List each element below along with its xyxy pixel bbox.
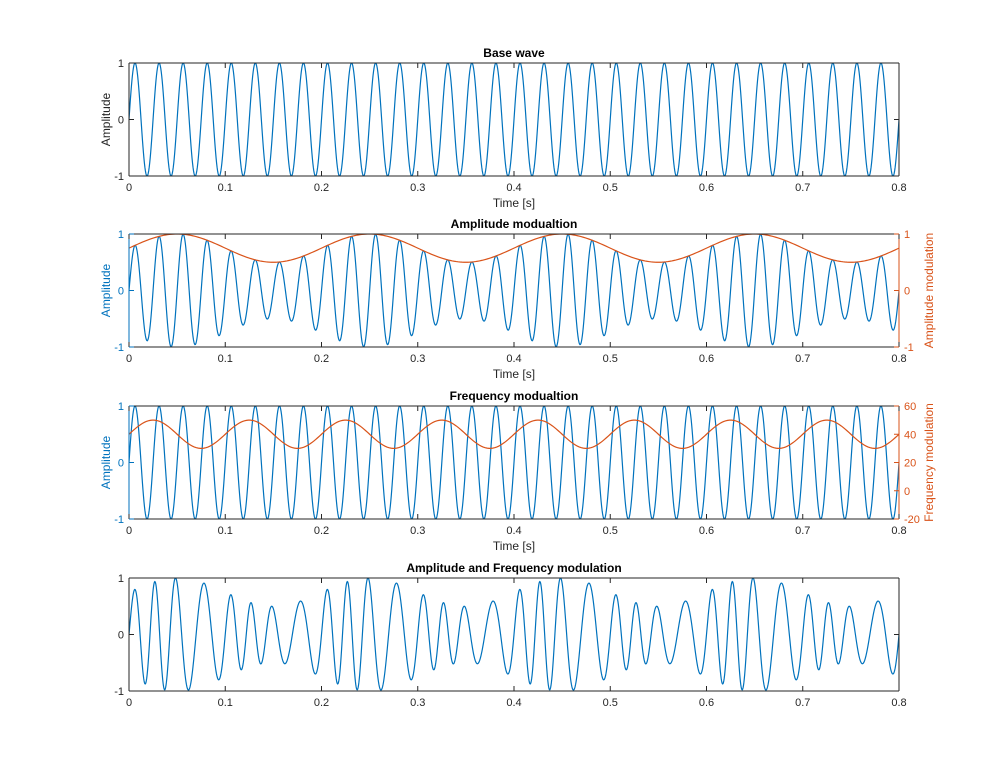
y-tick-label: -1 bbox=[114, 686, 124, 698]
y-tick-label: 1 bbox=[118, 401, 124, 413]
x-tick-label: 0.8 bbox=[891, 525, 906, 537]
x-tick-label: 0.2 bbox=[314, 353, 329, 365]
x-tick-label: 0.4 bbox=[506, 525, 521, 537]
chart-title: Amplitude and Frequency modulation bbox=[406, 561, 621, 575]
subplot-4: 0 0.1 0.2 0.3 0.4 0.5 0.6 0.7 0.8-101Amplitude a… bbox=[114, 561, 906, 709]
y-tick-label-right: -1 bbox=[904, 342, 914, 354]
x-tick-label: 0.5 bbox=[603, 525, 618, 537]
x-tick-label: 0.6 bbox=[699, 525, 714, 537]
x-tick-label: 0.7 bbox=[795, 525, 810, 537]
x-tick-label: 0.5 bbox=[603, 697, 618, 709]
chart-title: Frequency modualtion bbox=[450, 389, 579, 403]
x-tick-label: 0.4 bbox=[506, 353, 521, 365]
y-tick-label: -1 bbox=[114, 342, 124, 354]
x-tick-label: 0 bbox=[126, 182, 132, 194]
x-axis-label: Time [s] bbox=[493, 367, 535, 381]
y-tick-label: -1 bbox=[114, 171, 124, 183]
y-tick-label-right: 20 bbox=[904, 458, 916, 470]
x-tick-label: 0.6 bbox=[699, 353, 714, 365]
x-tick-label: 0.3 bbox=[410, 182, 425, 194]
x-tick-label: 0.8 bbox=[891, 182, 906, 194]
x-tick-label: 0 bbox=[126, 697, 132, 709]
x-tick-label: 0.1 bbox=[218, 353, 233, 365]
y-tick-label-right: 0 bbox=[904, 286, 910, 298]
y-axis-label: Amplitude bbox=[99, 93, 113, 147]
x-tick-label: 0.8 bbox=[891, 697, 906, 709]
x-tick-label: 0.1 bbox=[218, 525, 233, 537]
subplot-1: 0 0.1 0.2 0.3 0.4 0.5 0.6 0.7 0.8-101Base waveTi… bbox=[99, 46, 907, 210]
x-axis-label: Time [s] bbox=[493, 196, 535, 210]
x-tick-label: 0.4 bbox=[506, 697, 521, 709]
y-tick-label-right: 1 bbox=[904, 229, 910, 241]
y-tick-label: 1 bbox=[118, 573, 124, 585]
y-tick-label: 0 bbox=[118, 286, 124, 298]
y-axis-label: Amplitude bbox=[99, 436, 113, 490]
y-tick-label-right: 0 bbox=[904, 486, 910, 498]
y-tick-label: 0 bbox=[118, 115, 124, 127]
x-tick-label: 0.1 bbox=[218, 697, 233, 709]
y-tick-label: 1 bbox=[118, 58, 124, 70]
x-tick-label: 0.6 bbox=[699, 182, 714, 194]
x-tick-label: 0.3 bbox=[410, 353, 425, 365]
y-tick-label: 1 bbox=[118, 229, 124, 241]
x-tick-label: 0.1 bbox=[218, 182, 233, 194]
x-tick-label: 0.5 bbox=[603, 353, 618, 365]
y-tick-label-right: 60 bbox=[904, 401, 916, 413]
x-tick-label: 0.2 bbox=[314, 525, 329, 537]
x-tick-label: 0.6 bbox=[699, 697, 714, 709]
x-tick-label: 0 bbox=[126, 353, 132, 365]
y-tick-label-right: -20 bbox=[904, 514, 920, 526]
x-tick-label: 0.7 bbox=[795, 353, 810, 365]
figure: 0 0.1 0.2 0.3 0.4 0.5 0.6 0.7 0.8-101Base waveTi… bbox=[99, 46, 936, 709]
x-tick-label: 0.4 bbox=[506, 182, 521, 194]
x-tick-label: 0.3 bbox=[410, 697, 425, 709]
subplot-2: 0 0.1 0.2 0.3 0.4 0.5 0.6 0.7 0.8-101-101Amplitu… bbox=[99, 217, 936, 381]
x-tick-label: 0.7 bbox=[795, 697, 810, 709]
y-tick-label: 0 bbox=[118, 630, 124, 642]
x-tick-label: 0.2 bbox=[314, 182, 329, 194]
x-tick-label: 0.2 bbox=[314, 697, 329, 709]
y-axis-label-right: Amplitude modulation bbox=[922, 233, 936, 348]
x-tick-label: 0 bbox=[126, 525, 132, 537]
y-axis-label: Amplitude bbox=[99, 264, 113, 318]
y-tick-label-right: 40 bbox=[904, 429, 916, 441]
y-axis-label-right: Frequency modulation bbox=[922, 403, 936, 522]
y-tick-label: 0 bbox=[118, 458, 124, 470]
x-tick-label: 0.7 bbox=[795, 182, 810, 194]
x-tick-label: 0.5 bbox=[603, 182, 618, 194]
y-tick-label: -1 bbox=[114, 514, 124, 526]
x-tick-label: 0.8 bbox=[891, 353, 906, 365]
subplot-3: 0 0.1 0.2 0.3 0.4 0.5 0.6 0.7 0.8-101-200204060F… bbox=[99, 389, 936, 553]
chart-title: Amplitude modualtion bbox=[451, 217, 578, 231]
chart-title: Base wave bbox=[483, 46, 545, 60]
x-axis-label: Time [s] bbox=[493, 539, 535, 553]
x-tick-label: 0.3 bbox=[410, 525, 425, 537]
